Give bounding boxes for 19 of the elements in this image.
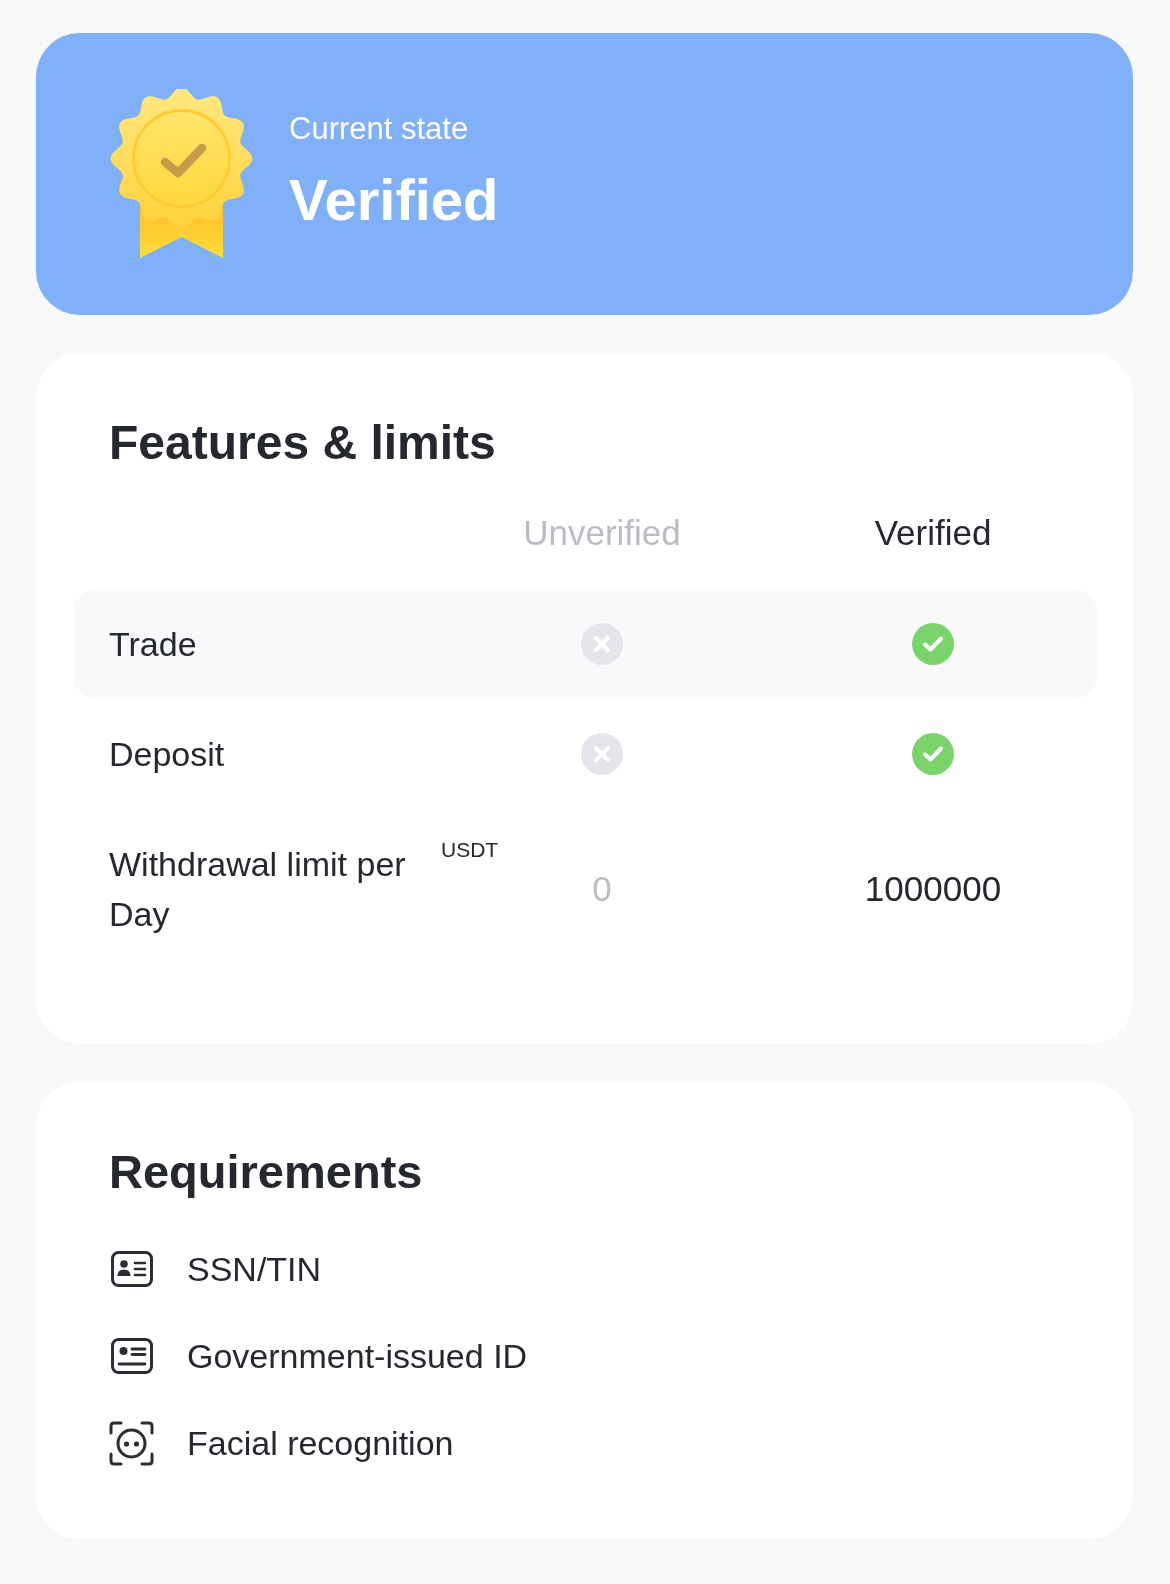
row-label: Trade <box>109 624 197 665</box>
id-card-icon <box>110 1338 153 1374</box>
unit-label: USDT <box>441 839 499 860</box>
column-header: Verified <box>874 512 992 554</box>
row-label: Withdrawal limit per Day <box>109 844 407 935</box>
section-title: Requirements <box>109 1144 424 1200</box>
medal-icon <box>109 88 253 260</box>
requirement-label: SSN/TIN <box>187 1249 322 1290</box>
column-header: Unverified <box>523 512 681 554</box>
row-label: Deposit <box>109 734 225 775</box>
status-value: Verified <box>289 165 499 234</box>
limit-value: 0 <box>592 868 612 910</box>
section-title: Features & limits <box>109 415 497 471</box>
face-scan-icon <box>109 1420 154 1466</box>
requirement-label: Facial recognition <box>187 1423 454 1464</box>
status-label: Current state <box>289 109 470 147</box>
requirement-label: Government-issued ID <box>187 1336 528 1377</box>
limit-value: 1000000 <box>864 868 1002 910</box>
id-card-person-icon <box>110 1251 153 1287</box>
